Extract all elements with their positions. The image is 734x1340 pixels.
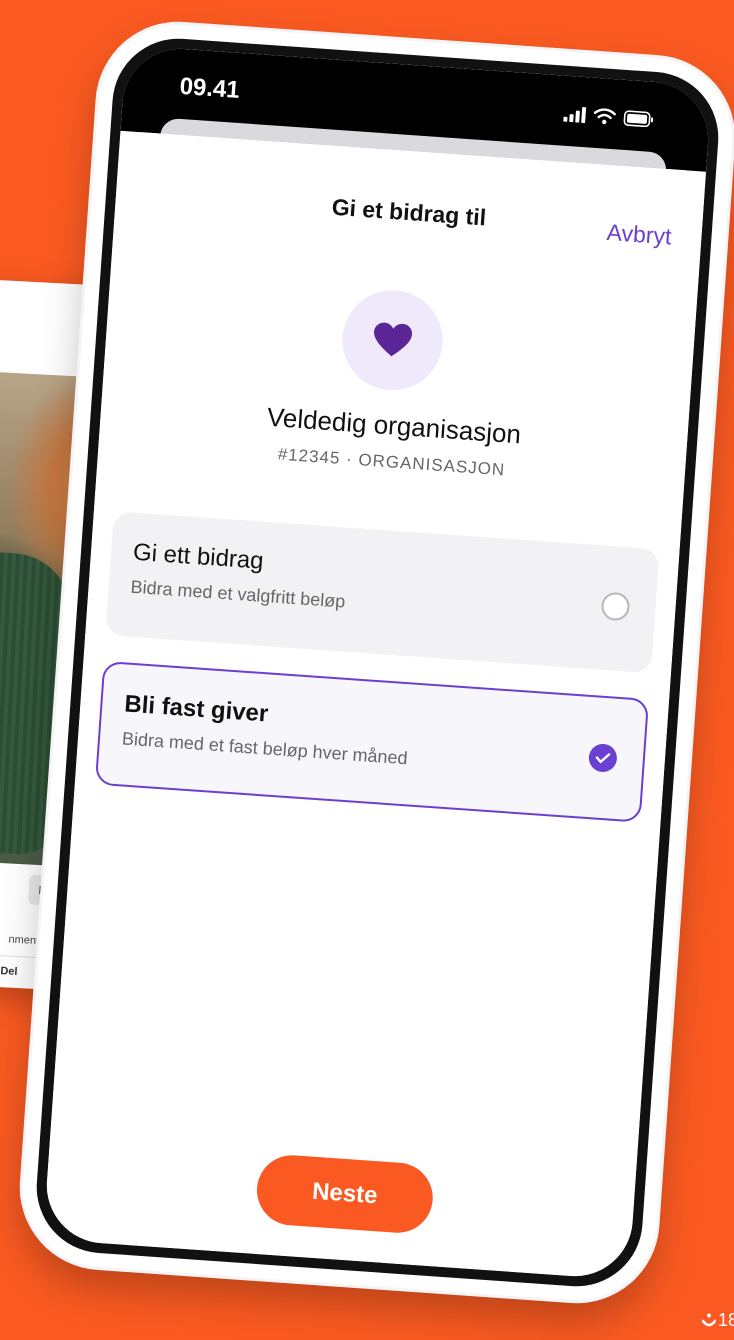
option-title: Gi ett bidrag [132,538,265,575]
option-one-time-donation[interactable]: Gi ett bidrag Bidra med et valgfritt bel… [105,511,660,674]
wifi-icon [593,108,617,125]
brand-text: 18 [718,1310,734,1330]
radio-checked-icon[interactable] [587,743,618,773]
next-button[interactable]: Neste [254,1152,436,1236]
cellular-signal-icon [563,106,587,124]
option-monthly-donor[interactable]: Bli fast giver Bidra med et fast beløp h… [94,660,650,823]
checkmark-icon [595,753,611,764]
phone-mockup: 09.41 Gi et bidrag til Avbryt Veldedig o… [17,19,734,1306]
heart-icon [374,322,412,357]
cancel-button[interactable]: Avbryt [606,219,672,250]
phone-screen: 09.41 Gi et bidrag til Avbryt Veldedig o… [42,44,713,1281]
battery-icon [623,110,654,128]
smile-logo-icon [702,1313,716,1326]
option-title: Bli fast giver [123,690,270,728]
share-label: Del [0,965,18,979]
radio-unchecked-icon[interactable] [600,591,631,622]
brand-mark: 18 [702,1310,734,1331]
share-button[interactable]: Del [0,964,18,978]
org-avatar [339,286,446,394]
donation-sheet: Gi et bidrag til Avbryt Veldedig organis… [42,130,707,1281]
status-time: 09.41 [178,72,241,104]
option-subtitle: Bidra med et valgfritt beløp [129,576,346,612]
option-subtitle: Bidra med et fast beløp hver måned [121,728,409,769]
